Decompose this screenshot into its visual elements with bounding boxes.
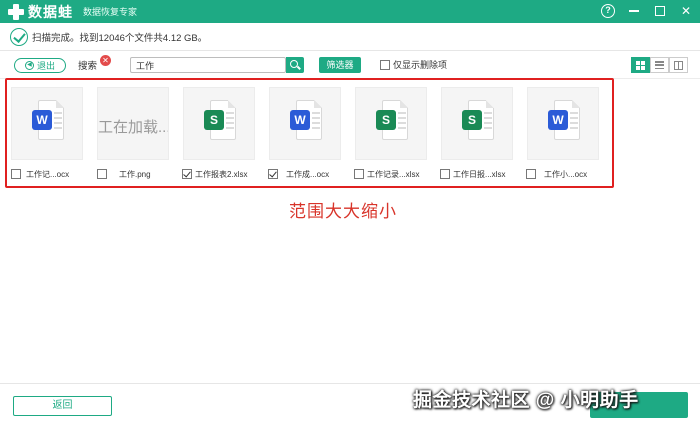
column-view-button[interactable] — [669, 57, 688, 73]
file-thumbnail[interactable]: W — [527, 87, 599, 160]
list-view-button[interactable] — [650, 57, 669, 73]
file-thumbnail[interactable]: 工在加载... — [97, 87, 169, 160]
app-name: 数据蛙 — [28, 3, 73, 20]
file-item[interactable]: 工作成...ocx — [268, 168, 329, 180]
file-checkbox[interactable] — [182, 169, 192, 179]
minimize-icon — [629, 10, 639, 12]
word-doc-icon: W — [290, 100, 322, 140]
help-button[interactable]: ? — [600, 3, 616, 19]
file-checkbox[interactable] — [11, 169, 21, 179]
file-checkbox[interactable] — [97, 169, 107, 179]
word-doc-icon: W — [32, 100, 64, 140]
only-deleted-toggle[interactable]: 仅显示删除项 — [380, 58, 447, 71]
file-name: 工作日报...xlsx — [453, 169, 506, 179]
clear-search-icon[interactable]: ✕ — [100, 55, 111, 66]
file-name: 工作成...ocx — [286, 169, 330, 179]
back-button[interactable]: 返回 — [13, 396, 112, 416]
file-thumbnail[interactable]: W — [11, 87, 83, 160]
file-name: 工作记...ocx — [26, 169, 70, 179]
maximize-icon — [655, 6, 665, 16]
only-deleted-label: 仅显示删除项 — [393, 60, 448, 70]
help-icon: ? — [601, 4, 615, 18]
file-name: 工作小...ocx — [544, 169, 588, 179]
scan-status: 扫描完成。找到12046个文件共4.12 GB。 — [10, 27, 207, 47]
minimize-button[interactable] — [626, 3, 642, 19]
watermark: 掘金技术社区 @ 小明助手 — [413, 390, 639, 411]
file-checkbox[interactable] — [440, 169, 450, 179]
file-item[interactable]: 工作报表2.xlsx — [182, 168, 247, 180]
search-label: 搜索 — [78, 61, 98, 72]
columns-icon — [674, 60, 683, 70]
file-name: 工作.png — [119, 169, 151, 179]
list-icon — [655, 61, 664, 69]
filter-button[interactable]: 筛选器 — [319, 57, 361, 73]
search-input[interactable] — [130, 57, 286, 73]
file-checkbox[interactable] — [526, 169, 536, 179]
search-button[interactable] — [286, 57, 304, 73]
file-name: 工作记录...xlsx — [367, 169, 420, 179]
excel-sheet-icon: S — [376, 100, 408, 140]
view-mode-toggle — [631, 57, 688, 73]
close-button[interactable]: ✕ — [678, 3, 694, 19]
file-item[interactable]: 工作记...ocx — [11, 168, 69, 180]
close-icon: ✕ — [680, 4, 692, 18]
file-thumbnail[interactable]: W — [269, 87, 341, 160]
only-deleted-checkbox[interactable] — [380, 59, 390, 70]
file-item[interactable]: 工作小...ocx — [526, 168, 587, 180]
window-controls: ? ✕ — [600, 3, 694, 19]
grid-icon — [636, 60, 645, 70]
file-checkbox[interactable] — [354, 169, 364, 179]
excel-sheet-icon: S — [204, 100, 236, 140]
file-thumbnail[interactable]: S — [441, 87, 513, 160]
logo-cross-icon — [8, 3, 24, 20]
file-name: 工作报表2.xlsx — [195, 169, 248, 179]
exit-button[interactable]: ◀ 退出 — [14, 58, 66, 73]
excel-sheet-icon: S — [462, 100, 494, 140]
word-doc-icon: W — [548, 100, 580, 140]
file-checkbox[interactable] — [268, 169, 278, 179]
image-preview-loading: 工在加载... — [98, 119, 168, 136]
title-bar: 数据蛙 数据恢复专家 ? ✕ — [0, 0, 700, 23]
maximize-button[interactable] — [652, 3, 668, 19]
file-item[interactable]: 工作记录...xlsx — [354, 168, 419, 180]
back-arrow-icon: ◀ — [24, 61, 34, 70]
divider — [0, 50, 700, 51]
exit-button-label: 退出 — [36, 61, 55, 71]
app-logo: 数据蛙 数据恢复专家 — [8, 2, 137, 22]
check-circle-icon — [10, 28, 28, 46]
grid-view-button[interactable] — [631, 57, 650, 73]
file-item[interactable]: 工作.png — [97, 168, 151, 180]
file-item[interactable]: 工作日报...xlsx — [440, 168, 505, 180]
app-subtitle: 数据恢复专家 — [83, 7, 138, 17]
scan-status-text: 扫描完成。找到12046个文件共4.12 GB。 — [32, 33, 208, 44]
annotation-caption: 范围大大缩小 — [289, 202, 397, 221]
file-thumbnail[interactable]: S — [355, 87, 427, 160]
file-thumbnail[interactable]: S — [183, 87, 255, 160]
divider — [0, 383, 700, 384]
